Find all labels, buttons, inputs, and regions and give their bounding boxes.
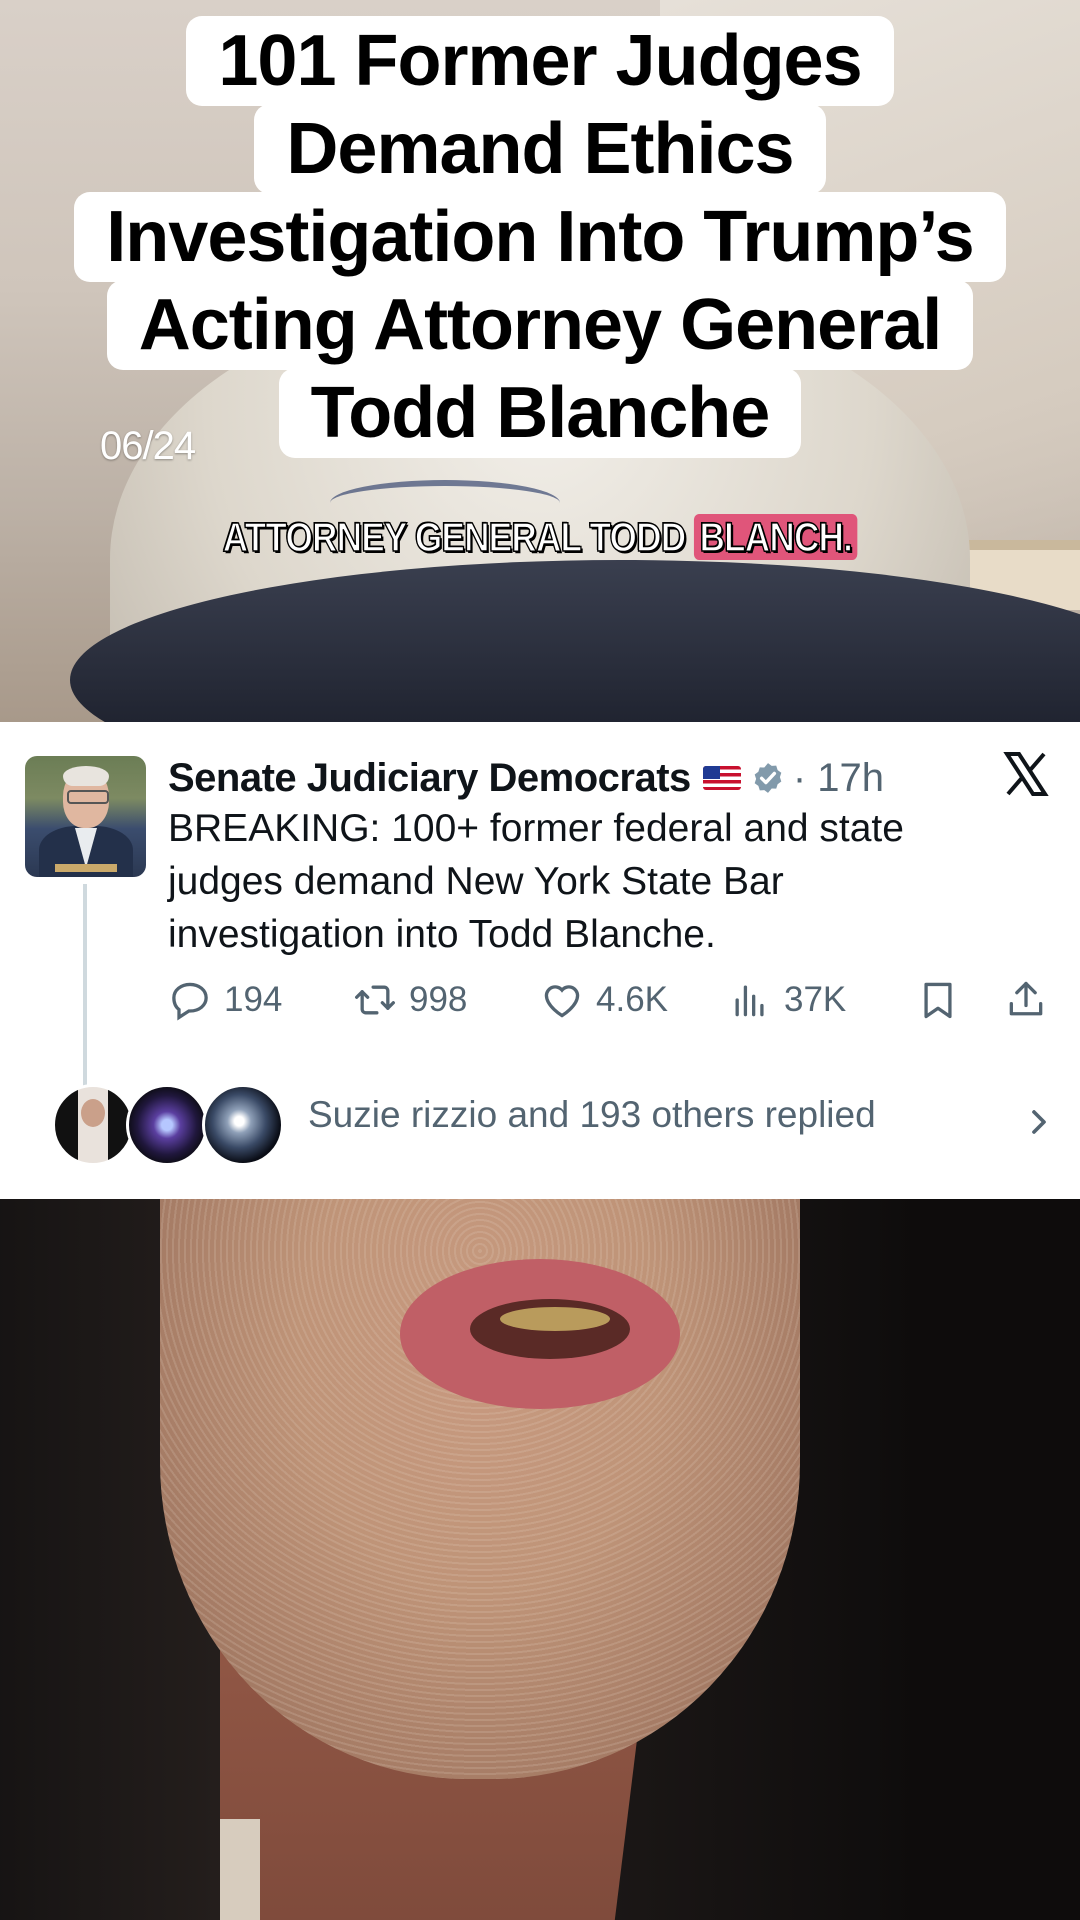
share-icon: [1009, 981, 1043, 1016]
bookmark-icon: [924, 982, 952, 1019]
like-count: 4.6K: [596, 980, 668, 1019]
verified-badge-icon: [754, 763, 782, 793]
video-title: 101 Former Judges Demand Ethics Investig…: [0, 16, 1080, 458]
video-title-line: Investigation Into Trump’s: [74, 192, 1006, 282]
reply-icon: [172, 982, 208, 1021]
like-button[interactable]: 4.6K: [540, 972, 668, 1028]
replier-avatar: [52, 1084, 134, 1166]
tweet-time: · 17h: [792, 755, 884, 800]
heart-icon: [544, 985, 580, 1018]
retweet-icon: [355, 985, 395, 1015]
replier-avatar: [202, 1084, 284, 1166]
retweet-count: 998: [409, 980, 468, 1019]
tweet-card[interactable]: Senate Judiciary Democrats · 17h BREAKIN…: [0, 722, 1080, 1199]
avatar-glasses: [67, 790, 109, 804]
tweet-actions: 194 998 4.6K 37K: [168, 972, 1058, 1028]
avatar-hair: [63, 766, 109, 786]
reply-count: 194: [224, 980, 283, 1019]
views-icon: [735, 985, 764, 1017]
date-stamp: 06/24: [100, 424, 196, 468]
share-button[interactable]: [1004, 972, 1060, 1028]
video-title-line: 101 Former Judges: [186, 16, 894, 106]
retweet-button[interactable]: 998: [353, 972, 467, 1028]
replies-summary[interactable]: Suzie rizzio and 193 others replied: [0, 1084, 1080, 1166]
teeth: [500, 1307, 610, 1331]
subtitle-caption: ATTORNEY GENERAL TODD BLANCH.: [76, 513, 1005, 561]
avatar-nameplate: [55, 864, 117, 872]
video-title-line: Todd Blanche: [278, 368, 802, 458]
bookmark-button[interactable]: [916, 972, 972, 1028]
tweet-body: BREAKING: 100+ former federal and state …: [168, 807, 904, 956]
author-name[interactable]: Senate Judiciary Democrats: [168, 756, 691, 801]
chevron-right-icon: [1032, 1110, 1046, 1134]
video-frame-bottom: [0, 1199, 1080, 1920]
tweet-time-value: 17h: [817, 755, 884, 800]
tweet-header: Senate Judiciary Democrats · 17h: [168, 750, 884, 806]
subtitle-caption-highlight: BLANCH.: [694, 513, 858, 561]
video-frame-top: 101 Former Judges Demand Ethics Investig…: [0, 0, 1080, 722]
video-title-line: Acting Attorney General: [106, 280, 974, 370]
us-flag-icon: [702, 766, 741, 790]
author-avatar[interactable]: [25, 756, 146, 877]
reply-button[interactable]: 194: [168, 972, 282, 1028]
video-title-line: Demand Ethics: [254, 104, 826, 194]
x-logo-icon: [1003, 752, 1049, 796]
replier-avatar: [126, 1084, 208, 1166]
replies-summary-text: Suzie rizzio and 193 others replied: [308, 1094, 876, 1135]
subtitle-caption-text: ATTORNEY GENERAL TODD: [222, 513, 687, 561]
views-count: 37K: [784, 980, 847, 1019]
views-button[interactable]: 37K: [728, 972, 846, 1028]
